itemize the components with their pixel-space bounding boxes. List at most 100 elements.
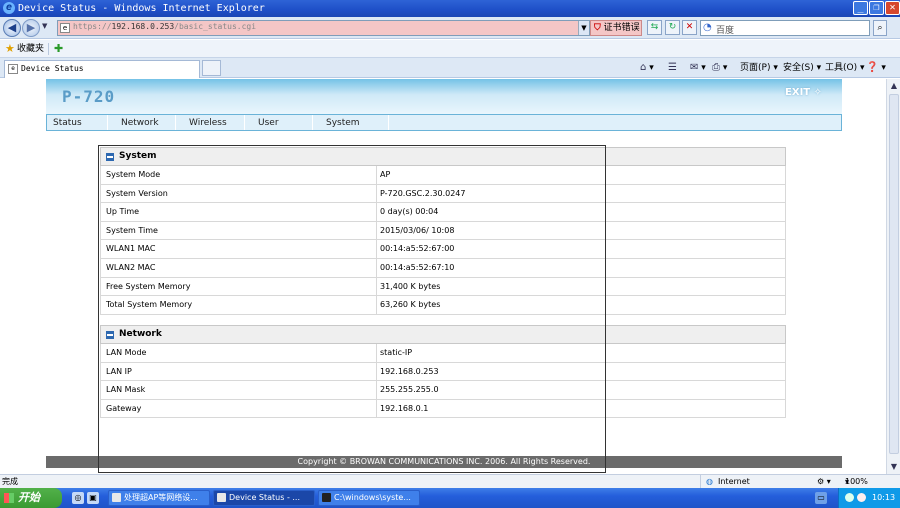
device-logo: P-720 [62,87,116,106]
search-placeholder: 百度 [716,26,735,36]
address-bar[interactable]: e https://192.168.0.253/basic_status.cgi… [57,20,590,36]
system-panel-title: System [119,151,157,161]
console-icon [322,493,331,502]
row-key: Up Time [106,207,140,217]
system-panel: System System Mode AP System Version P-720… [100,147,786,315]
column-divider [376,277,377,296]
row-key: WLAN2 MAC [106,262,156,272]
battery-icon[interactable]: ▭ [815,492,827,504]
row-value: 192.168.0.1 [380,403,429,413]
row-key: LAN Mask [106,385,146,395]
vertical-scrollbar[interactable]: ▲ ▼ [886,79,900,474]
row-key: Total System Memory [106,300,193,310]
menu-divider [175,115,176,130]
protected-mode-icon[interactable]: ⚙ ▾ [817,475,831,488]
device-menu-bar: Status Network Wireless User System [46,114,842,131]
menu-item-network[interactable]: Network [121,116,159,130]
forward-button[interactable]: ▶ [22,19,40,37]
address-url: https://192.168.0.253/basic_status.cgi [73,22,257,31]
scroll-down-icon[interactable]: ▼ [888,461,900,473]
network-panel-title: Network [119,329,162,339]
print-button[interactable]: ⎙ ▾ [712,58,727,78]
page-viewport: P-720 EXIT ✧ Status Network Wireless Use… [0,79,886,474]
table-row: LAN Mode static-IP [100,344,786,363]
minimize-button[interactable]: _ [853,1,868,15]
system-tray: 10:13 [838,488,900,508]
menu-item-system[interactable]: System [326,116,360,130]
row-key: Gateway [106,403,142,413]
collapse-icon[interactable] [106,153,114,161]
search-go-button[interactable]: ⌕ [873,20,887,36]
safety-menu[interactable]: 安全(S) ▾ [783,58,821,78]
taskbar-button[interactable]: C:\windows\syste... [318,490,420,506]
tab-device-status[interactable]: e Device Status [4,60,200,78]
maximize-button[interactable]: ❐ [869,1,884,15]
system-panel-header[interactable]: System [100,147,786,166]
row-key: LAN IP [106,366,132,376]
network-panel-header[interactable]: Network [100,325,786,344]
mail-button[interactable]: ✉ ▾ [690,58,706,78]
table-row: LAN Mask 255.255.255.0 [100,381,786,400]
add-favorite-icon[interactable]: ✚ [54,40,63,58]
help-button[interactable]: ❓ ▾ [866,58,886,78]
column-divider [376,296,377,314]
menu-divider [388,115,389,130]
certificate-error-button[interactable]: ⛉ 证书错误 [590,20,642,36]
start-button[interactable]: 开始 [0,488,62,508]
home-button[interactable]: ⌂ ▾ [640,58,654,78]
menu-divider [107,115,108,130]
column-divider [376,240,377,258]
stop-button[interactable]: ✕ [682,20,697,35]
row-value: 00:14:a5:52:67:10 [380,262,455,272]
search-input[interactable]: ◔ 百度 [700,20,870,36]
volume-tray-icon[interactable] [857,493,866,502]
favorites-star-icon[interactable]: ★ [5,40,15,58]
status-divider [700,475,701,488]
close-window-button[interactable]: ✕ [885,1,900,15]
window-title-bar[interactable]: e Device Status - Windows Internet Explo… [0,0,900,17]
column-divider [376,203,377,221]
network-tray-icon[interactable] [845,493,854,502]
back-button[interactable]: ◀ [3,19,21,37]
collapse-icon[interactable] [106,331,114,339]
page-menu[interactable]: 页面(P) ▾ [740,58,778,78]
menu-item-status[interactable]: Status [53,116,82,130]
row-key: Free System Memory [106,281,191,291]
ie-logo-icon: e [3,2,15,14]
scroll-thumb[interactable] [889,94,899,454]
table-row: Free System Memory 31,400 K bytes [100,277,786,297]
device-banner: P-720 EXIT ✧ [46,79,842,114]
shield-icon: ⛉ [594,23,601,33]
search-engine-icon: ◔ [703,22,712,33]
taskbar-button[interactable]: Device Status - ... [213,490,315,506]
taskbar-button[interactable]: 处理超AP等网络设... [108,490,210,506]
taskbar-button-label: C:\windows\syste... [334,493,411,502]
address-dropdown-icon[interactable]: ▼ [578,21,589,35]
scroll-up-icon[interactable]: ▲ [888,80,900,92]
status-text: 完成 [2,477,18,486]
tools-menu[interactable]: 工具(O) ▾ [825,58,865,78]
favorites-divider [48,43,49,55]
refresh-button[interactable]: ↻ [665,20,680,35]
favorites-bar: ★ 收藏夹 ✚ [0,40,900,58]
row-value: 255.255.255.0 [380,385,439,395]
menu-item-user[interactable]: User [258,116,279,130]
menu-item-wireless[interactable]: Wireless [189,116,227,130]
column-divider [376,362,377,381]
compatibility-view-button[interactable]: ⇆ [647,20,662,35]
windows-logo-icon [4,493,14,503]
favorites-button[interactable]: 收藏夹 [17,40,44,58]
history-dropdown-icon[interactable]: ▼ [42,22,47,30]
feeds-button[interactable]: ☰ [668,58,677,78]
quick-launch-icon[interactable]: ▣ [87,492,99,504]
new-tab-button[interactable] [202,60,221,76]
zoom-control[interactable]: ⌕ 100% ▾ [845,475,868,488]
row-key: System Version [106,188,168,198]
quick-launch-icon[interactable]: ◎ [72,492,84,504]
taskbar: 开始 ◎ ▣ 处理超AP等网络设... Device Status - ... … [0,488,900,508]
row-value: 0 day(s) 00:04 [380,207,439,217]
column-divider [376,381,377,399]
row-key: WLAN1 MAC [106,244,156,254]
exit-button[interactable]: EXIT ✧ [785,87,822,98]
window-icon [112,493,121,502]
